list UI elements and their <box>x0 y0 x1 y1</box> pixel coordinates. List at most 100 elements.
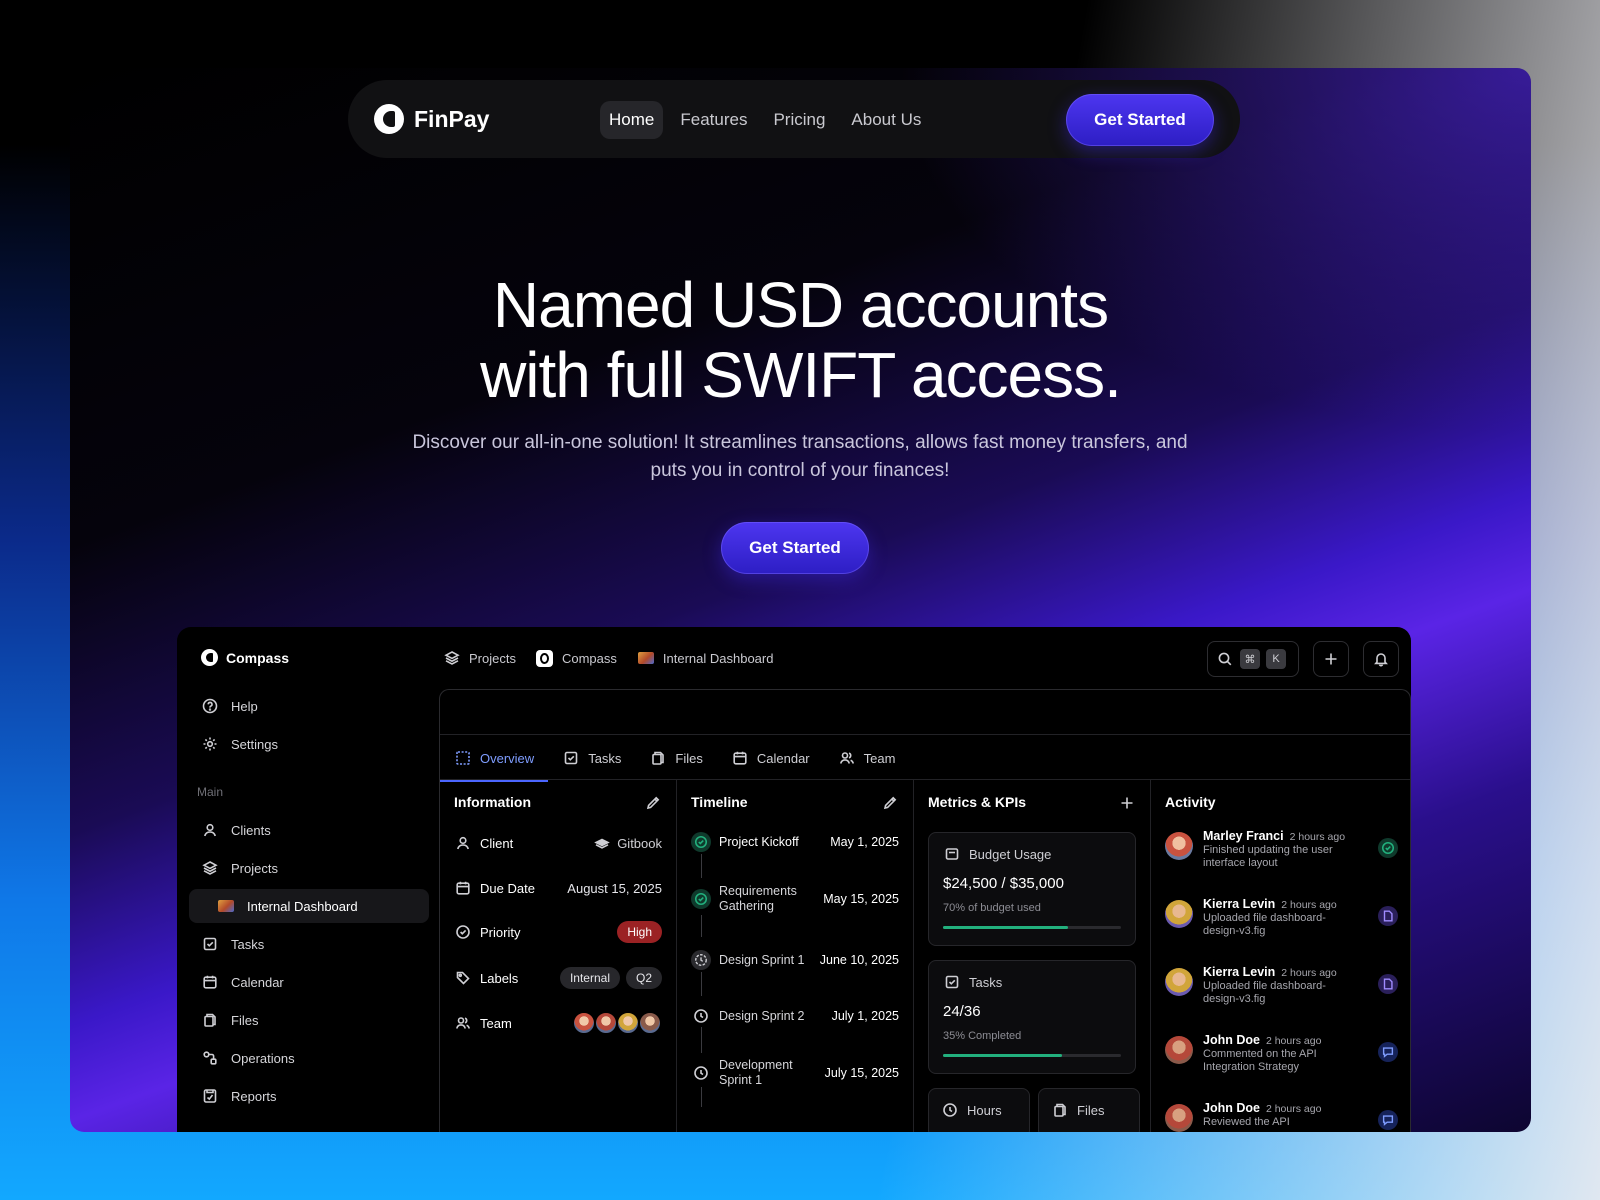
timeline-item[interactable]: Development Sprint 1 July 15, 2025 <box>691 1058 899 1088</box>
timeline-connector <box>701 1087 702 1107</box>
priority-badge[interactable]: High <box>617 921 662 943</box>
nav-link-about-us[interactable]: About Us <box>842 101 930 139</box>
calendar-icon <box>201 973 219 991</box>
gitbook-icon <box>593 834 611 852</box>
nav-get-started-button[interactable]: Get Started <box>1066 94 1214 146</box>
label-chip[interactable]: Internal <box>559 967 620 989</box>
user-icon <box>201 821 219 839</box>
breadcrumb-label: Projects <box>469 650 516 666</box>
due-date-value: August 15, 2025 <box>567 880 662 896</box>
sidebar-item-label: Projects <box>231 860 278 876</box>
sidebar-item-internal-dashboard[interactable]: Internal Dashboard <box>189 889 429 923</box>
shortcut-key: K <box>1266 649 1286 669</box>
hero-title: Named USD accounts with full SWIFT acces… <box>70 270 1531 410</box>
nav-link-pricing[interactable]: Pricing <box>764 101 834 139</box>
tab-overview[interactable]: Overview <box>439 735 549 782</box>
check-circle-icon <box>691 889 711 909</box>
sidebar-item-tasks[interactable]: Tasks <box>189 927 429 961</box>
nav-link-features[interactable]: Features <box>671 101 756 139</box>
sidebar-item-help[interactable]: Help <box>189 689 429 723</box>
clock-icon <box>691 1006 711 1026</box>
sidebar-item-reports[interactable]: Reports <box>189 1079 429 1113</box>
activity-text: Uploaded file dashboard-design-v3.fig <box>1203 912 1326 937</box>
app-sidebar: Compass Help Settings Main Clients Proje… <box>177 627 439 1132</box>
activity-item[interactable]: Kierra Levin 2 hours ago Uploaded file das… <box>1165 966 1398 1006</box>
sidebar-item-clients[interactable]: Clients <box>189 813 429 847</box>
team-member-avatar[interactable] <box>594 1011 618 1035</box>
tasks-card[interactable]: Tasks 24/36 35% Completed <box>928 960 1136 1074</box>
files-card[interactable]: Files <box>1038 1088 1140 1132</box>
section-title: Timeline <box>691 794 748 810</box>
progress-clock-icon <box>691 950 711 970</box>
team-member-avatar[interactable] <box>572 1011 596 1035</box>
budget-label: Budget Usage <box>969 846 1052 862</box>
sidebar-item-calendar[interactable]: Calendar <box>189 965 429 999</box>
sidebar-item-label: Calendar <box>231 974 284 990</box>
activity-item[interactable]: Marley Franci 2 hours ago Finished updatin… <box>1165 830 1398 870</box>
hours-card[interactable]: Hours <box>928 1088 1030 1132</box>
hero-get-started-button[interactable]: Get Started <box>721 522 869 574</box>
nav-link-home[interactable]: Home <box>600 101 664 139</box>
timeline-item[interactable]: Design Sprint 1 June 10, 2025 <box>691 950 899 970</box>
timeline-item[interactable]: Requirements Gathering May 15, 2025 <box>691 884 899 914</box>
breadcrumb-projects[interactable]: Projects <box>443 649 516 667</box>
add-metric-button[interactable] <box>1118 794 1136 812</box>
app-main: Projects Compass Internal Dashboard ⌘ K <box>439 627 1411 1132</box>
team-member-avatar[interactable] <box>638 1011 662 1035</box>
tab-label: Overview <box>480 750 535 766</box>
tab-calendar[interactable]: Calendar <box>731 735 810 781</box>
checkbox-icon <box>562 749 580 767</box>
breadcrumb: Projects Compass Internal Dashboard <box>443 649 773 667</box>
activity-item[interactable]: Kierra Levin 2 hours ago Uploaded file das… <box>1165 898 1398 938</box>
add-button[interactable] <box>1313 641 1349 677</box>
activity-time: 2 hours ago <box>1281 967 1337 979</box>
project-thumb-icon <box>217 897 235 915</box>
layers-icon <box>201 859 219 877</box>
activity-text: Reviewed the API <box>1203 1116 1290 1128</box>
breadcrumb-internal-dashboard[interactable]: Internal Dashboard <box>637 649 774 667</box>
avatar <box>1165 1036 1193 1064</box>
activity-item[interactable]: John Doe 2 hours ago Commented on the API … <box>1165 1034 1398 1074</box>
notifications-button[interactable] <box>1363 641 1399 677</box>
search-button[interactable]: ⌘ K <box>1207 641 1299 677</box>
edit-information-button[interactable] <box>644 794 662 812</box>
activity-section: Activity Marley Franci 2 hours ago Finishe… <box>1151 780 1410 1132</box>
overview-columns: Information Client Gitbook Due Date Augu… <box>440 780 1410 1132</box>
sidebar-item-label: Internal Dashboard <box>247 898 358 914</box>
app-brand[interactable]: Compass <box>201 649 289 666</box>
sidebar-item-settings[interactable]: Settings <box>189 727 429 761</box>
team-icon <box>454 1014 472 1032</box>
sidebar-item-files[interactable]: Files <box>189 1003 429 1037</box>
tab-tasks[interactable]: Tasks <box>562 735 621 781</box>
breadcrumb-compass[interactable]: Compass <box>536 649 617 667</box>
avatar <box>1165 832 1193 860</box>
tab-files[interactable]: Files <box>649 735 703 781</box>
check-icon <box>1378 838 1398 858</box>
team-avatars[interactable] <box>572 1011 662 1035</box>
finpay-logo-icon <box>374 104 404 134</box>
timeline-item[interactable]: Design Sprint 2 July 1, 2025 <box>691 1006 899 1026</box>
brand-logo[interactable]: FinPay <box>374 104 489 134</box>
user-icon <box>454 834 472 852</box>
budget-card[interactable]: Budget Usage $24,500 / $35,000 70% of bu… <box>928 832 1136 946</box>
reports-icon <box>201 1087 219 1105</box>
app-brand-name: Compass <box>226 649 290 666</box>
label-chip[interactable]: Q2 <box>625 967 662 989</box>
metrics-section: Metrics & KPIs Budget Usage $24,500 / $3… <box>914 780 1151 1132</box>
edit-timeline-button[interactable] <box>881 794 899 812</box>
timeline-date: May 15, 2025 <box>823 892 899 906</box>
team-member-avatar[interactable] <box>616 1011 640 1035</box>
top-navbar: FinPay Home Features Pricing About Us Ge… <box>348 80 1240 158</box>
timeline-date: May 1, 2025 <box>830 835 899 849</box>
info-label: Due Date <box>480 880 535 896</box>
breadcrumb-label: Internal Dashboard <box>662 650 774 666</box>
team-icon <box>838 749 856 767</box>
activity-item[interactable]: John Doe 2 hours ago Reviewed the API <box>1165 1102 1398 1132</box>
tab-label: Team <box>863 750 896 766</box>
sidebar-item-projects[interactable]: Projects <box>189 851 429 885</box>
tab-label: Calendar <box>756 750 810 766</box>
tab-team[interactable]: Team <box>838 735 896 781</box>
timeline-item[interactable]: Project Kickoff May 1, 2025 <box>691 832 899 852</box>
sidebar-item-operations[interactable]: Operations <box>189 1041 429 1075</box>
files-label: Files <box>1077 1102 1105 1118</box>
